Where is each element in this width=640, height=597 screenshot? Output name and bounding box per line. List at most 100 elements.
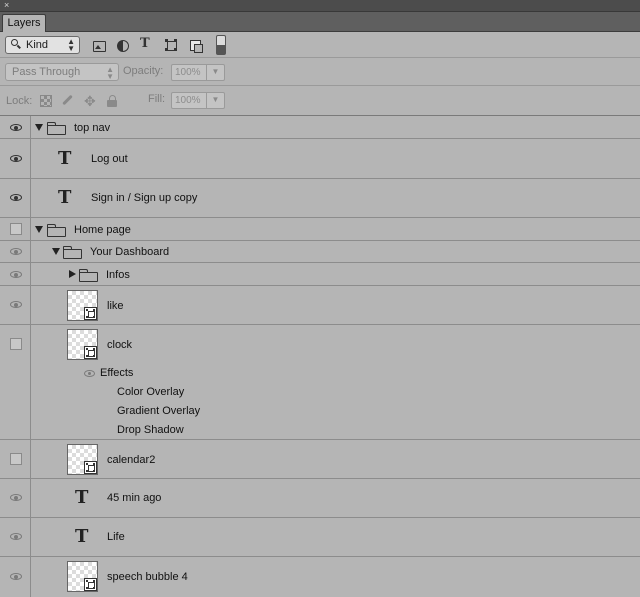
text-layer-icon: T [58,187,72,208]
layer-name: Your Dashboard [90,246,170,258]
adjustment-layer-filter-icon[interactable] [116,39,130,53]
chevron-down-icon[interactable]: ▼ [206,65,224,80]
disclosure-expanded-icon[interactable] [52,248,60,255]
layer-name: Sign in / Sign up copy [91,192,198,204]
smart-object-badge-icon [84,461,97,474]
layer-name: Life [107,531,125,543]
layer-row-group[interactable]: top nav [0,116,640,139]
lock-row: Lock: ✥ Fill: 100% ▼ [0,86,640,116]
eye-icon[interactable] [10,533,22,540]
layer-row-text[interactable]: T Life [0,518,640,557]
filter-kind-select[interactable]: Kind ▲ ▼ [5,36,80,54]
lock-all-padlock-icon[interactable] [107,95,119,107]
visibility-cell[interactable] [0,179,31,217]
type-layer-filter-icon[interactable]: T [140,36,154,51]
close-icon[interactable]: × [4,0,9,11]
layer-row-group[interactable]: Home page [0,218,640,241]
smart-object-badge-icon [84,346,97,359]
effect-item[interactable]: Drop Shadow [117,424,184,436]
opacity-field[interactable]: 100% ▼ [171,64,225,81]
visibility-cell[interactable] [0,479,31,517]
layer-filter-row: Kind ▲ ▼ T [0,32,640,58]
blend-mode-value: Pass Through [12,66,81,78]
opacity-label: Opacity: [123,65,164,77]
layer-row-group[interactable]: Infos [0,263,640,286]
shape-layer-filter-icon[interactable] [165,39,179,53]
folder-icon [47,224,66,237]
visibility-cell[interactable] [0,440,31,478]
tab-layers[interactable]: Layers [2,14,46,32]
eye-icon[interactable] [10,573,22,580]
layer-row-text[interactable]: T Sign in / Sign up copy [0,179,640,218]
layer-name: top nav [74,122,111,134]
layer-row-smart-object[interactable]: speech bubble 4 [0,557,640,597]
smart-object-badge-icon [84,578,97,591]
fill-value: 100% [175,95,201,106]
layer-thumbnail[interactable] [67,290,98,321]
opacity-value: 100% [175,67,201,78]
layers-list: top nav T Log out T Sign in / Sign up co… [0,116,640,597]
filter-toggle-switch[interactable] [216,35,226,55]
updown-arrows-icon: ▲ ▼ [106,65,114,81]
eye-icon[interactable] [10,248,22,255]
layer-thumbnail[interactable] [67,329,98,360]
layer-row-smart-object[interactable]: calendar2 [0,440,640,479]
layer-name: like [107,300,124,312]
eye-icon[interactable] [10,155,22,162]
layer-row-group[interactable]: Your Dashboard [0,241,640,263]
visibility-off-box[interactable] [10,453,22,465]
visibility-cell[interactable] [0,263,31,285]
blend-mode-select[interactable]: Pass Through ▲ ▼ [5,63,119,81]
layer-row-text[interactable]: T Log out [0,139,640,179]
effects-label[interactable]: Effects [100,367,133,379]
layer-name: Home page [74,224,131,236]
eye-icon[interactable] [10,124,22,131]
smart-object-filter-icon[interactable] [189,39,203,53]
visibility-cell[interactable] [0,518,31,556]
panel-tab-bar: Layers [0,12,640,32]
disclosure-expanded-icon[interactable] [35,226,43,233]
folder-icon [79,269,98,282]
panel-title-bar: × [0,0,640,12]
disclosure-expanded-icon[interactable] [35,124,43,131]
visibility-cell[interactable] [0,218,31,240]
eye-icon[interactable] [10,301,22,308]
lock-image-pixels-brush-icon[interactable] [61,95,73,107]
visibility-cell[interactable] [0,241,31,262]
eye-icon[interactable] [10,194,22,201]
filter-kind-label: Kind [26,39,49,51]
search-icon [11,39,18,46]
layer-row-text[interactable]: T 45 min ago [0,479,640,518]
pixel-layer-filter-icon[interactable] [92,39,106,53]
eye-icon[interactable] [10,271,22,278]
effect-item[interactable]: Color Overlay [117,386,184,398]
layer-thumbnail[interactable] [67,561,98,592]
lock-label: Lock: [6,95,33,107]
visibility-off-box[interactable] [10,223,22,235]
smart-object-badge-icon [84,307,97,320]
lock-transparent-pixels-icon[interactable] [40,95,52,107]
text-layer-icon: T [75,526,89,547]
layer-thumbnail[interactable] [67,444,98,475]
chevron-down-icon[interactable]: ▼ [206,93,224,108]
disclosure-collapsed-icon[interactable] [69,270,76,278]
lock-position-move-icon[interactable]: ✥ [84,94,96,108]
folder-icon [63,246,82,259]
effects-eye-icon[interactable] [84,370,95,377]
visibility-cell[interactable] [0,325,31,439]
visibility-cell[interactable] [0,139,31,178]
visibility-cell[interactable] [0,116,31,138]
layer-row-smart-object[interactable]: like [0,286,640,325]
layer-name: speech bubble 4 [107,571,188,583]
layer-name: Log out [91,153,128,165]
visibility-cell[interactable] [0,557,31,597]
layer-name: calendar2 [107,454,156,466]
text-layer-icon: T [75,487,89,508]
visibility-off-box[interactable] [10,338,22,350]
effect-item[interactable]: Gradient Overlay [117,405,200,417]
layer-name: Infos [106,269,130,281]
visibility-cell[interactable] [0,286,31,324]
fill-field[interactable]: 100% ▼ [171,92,225,109]
layer-row-smart-object[interactable]: clock Effects Color Overlay Gradient Ove… [0,325,640,440]
eye-icon[interactable] [10,494,22,501]
